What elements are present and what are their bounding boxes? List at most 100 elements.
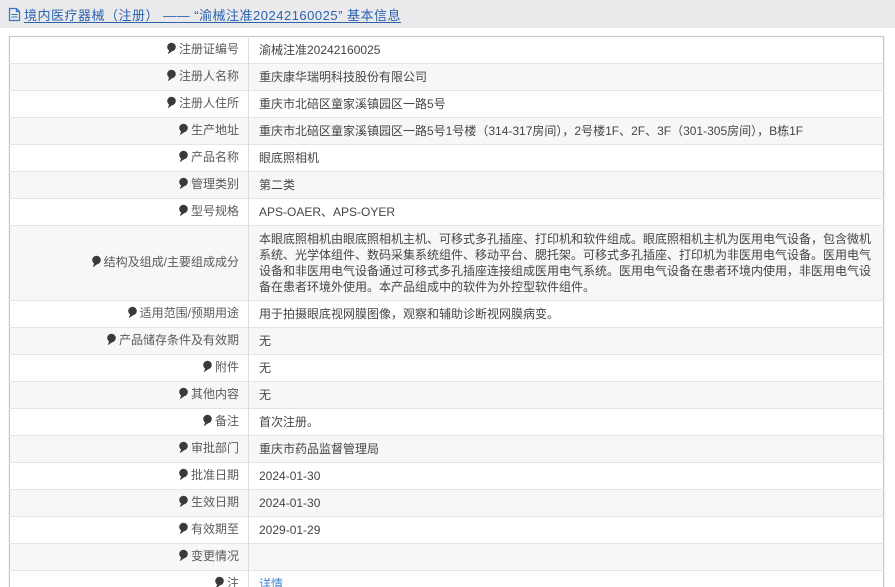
note-icon bbox=[202, 414, 213, 431]
table-row: 生效日期 2024-01-30 bbox=[9, 489, 884, 517]
table-row: 附件 无 bbox=[9, 354, 884, 382]
table-row: 注 详情 bbox=[9, 570, 884, 587]
table-row: 产品名称 眼底照相机 bbox=[9, 144, 884, 172]
row-value: 眼底照相机 bbox=[248, 144, 884, 172]
note-icon bbox=[178, 495, 189, 512]
row-label: 备注 bbox=[9, 408, 249, 436]
row-label-text: 注册人名称 bbox=[178, 69, 239, 83]
row-value-text: 无 bbox=[259, 388, 272, 402]
row-label-text: 附件 bbox=[214, 360, 239, 374]
note-icon bbox=[214, 576, 225, 587]
registration-info-table: 注册证编号 渝械注准20242160025 注册人名称 重庆康华瑞明科技股份有限… bbox=[9, 36, 884, 587]
row-value-text: 用于拍摄眼底视网膜图像，观察和辅助诊断视网膜病变。 bbox=[259, 307, 560, 321]
row-label: 审批部门 bbox=[9, 435, 249, 463]
row-label: 管理类别 bbox=[9, 171, 249, 199]
row-value-text: 重庆市药品监督管理局 bbox=[259, 442, 380, 456]
row-label: 附件 bbox=[9, 354, 249, 382]
row-label-text: 产品名称 bbox=[190, 150, 239, 164]
row-value-text: 重庆康华瑞明科技股份有限公司 bbox=[259, 70, 428, 84]
row-value: 本眼底照相机由眼底照相机主机、可移式多孔插座、打印机和软件组成。眼底照相机主机为… bbox=[248, 225, 884, 301]
row-value-text: 无 bbox=[259, 361, 272, 375]
row-value-text: 渝械注准20242160025 bbox=[259, 43, 381, 57]
row-value bbox=[248, 543, 884, 571]
row-label: 结构及组成/主要组成成分 bbox=[9, 225, 249, 301]
row-label-text: 型号规格 bbox=[190, 204, 239, 218]
table-row: 产品储存条件及有效期 无 bbox=[9, 327, 884, 355]
row-value: 详情 bbox=[248, 570, 884, 587]
row-value-text: 2024-01-30 bbox=[259, 496, 321, 510]
note-icon bbox=[166, 69, 177, 86]
table-row: 备注 首次注册。 bbox=[9, 408, 884, 436]
page-title: 境内医疗器械（注册） —— “渝械注准20242160025” 基本信息 bbox=[24, 7, 402, 23]
row-label-text: 适用范围/预期用途 bbox=[139, 306, 239, 320]
row-value: 无 bbox=[248, 327, 884, 355]
note-icon bbox=[178, 204, 189, 221]
note-icon bbox=[166, 42, 177, 59]
row-value: 首次注册。 bbox=[248, 408, 884, 436]
note-icon bbox=[202, 360, 213, 377]
row-value-text: 无 bbox=[259, 334, 272, 348]
row-value: 无 bbox=[248, 381, 884, 409]
note-icon bbox=[178, 468, 189, 485]
row-value: APS-OAER、APS-OYER bbox=[248, 198, 884, 226]
row-label-text: 注册证编号 bbox=[178, 42, 239, 56]
row-label: 注 bbox=[9, 570, 249, 587]
note-icon bbox=[106, 333, 117, 350]
row-value: 无 bbox=[248, 354, 884, 382]
note-icon bbox=[178, 177, 189, 194]
row-label: 其他内容 bbox=[9, 381, 249, 409]
table-row: 型号规格 APS-OAER、APS-OYER bbox=[9, 198, 884, 226]
main-content: 注册证编号 渝械注准20242160025 注册人名称 重庆康华瑞明科技股份有限… bbox=[0, 28, 895, 587]
table-row: 变更情况 bbox=[9, 543, 884, 571]
note-icon bbox=[178, 387, 189, 404]
table-row: 适用范围/预期用途 用于拍摄眼底视网膜图像，观察和辅助诊断视网膜病变。 bbox=[9, 300, 884, 328]
row-value: 重庆市北碚区童家溪镇园区一路5号1号楼（314-317房间），2号楼1F、2F、… bbox=[248, 117, 884, 145]
row-value-text: 2024-01-30 bbox=[259, 469, 321, 483]
note-icon bbox=[91, 255, 102, 272]
row-value: 2024-01-30 bbox=[248, 462, 884, 490]
row-label: 生产地址 bbox=[9, 117, 249, 145]
table-row: 注册人住所 重庆市北碚区童家溪镇园区一路5号 bbox=[9, 90, 884, 118]
row-label: 产品储存条件及有效期 bbox=[9, 327, 249, 355]
table-row: 审批部门 重庆市药品监督管理局 bbox=[9, 435, 884, 463]
row-label-text: 产品储存条件及有效期 bbox=[118, 333, 239, 347]
table-row: 结构及组成/主要组成成分 本眼底照相机由眼底照相机主机、可移式多孔插座、打印机和… bbox=[9, 225, 884, 301]
row-label: 批准日期 bbox=[9, 462, 249, 490]
row-label: 适用范围/预期用途 bbox=[9, 300, 249, 328]
table-row: 有效期至 2029-01-29 bbox=[9, 516, 884, 544]
row-value-text: 重庆市北碚区童家溪镇园区一路5号 bbox=[259, 97, 446, 111]
row-label-text: 生产地址 bbox=[190, 123, 239, 137]
row-value: 渝械注准20242160025 bbox=[249, 37, 884, 64]
row-value-text: APS-OAER、APS-OYER bbox=[259, 205, 396, 219]
table-row: 其他内容 无 bbox=[9, 381, 884, 409]
table-row: 生产地址 重庆市北碚区童家溪镇园区一路5号1号楼（314-317房间），2号楼1… bbox=[9, 117, 884, 145]
row-label-text: 备注 bbox=[214, 414, 239, 428]
table-row: 管理类别 第二类 bbox=[9, 171, 884, 199]
row-value: 用于拍摄眼底视网膜图像，观察和辅助诊断视网膜病变。 bbox=[248, 300, 884, 328]
row-value-text: 重庆市北碚区童家溪镇园区一路5号1号楼（314-317房间），2号楼1F、2F、… bbox=[259, 124, 804, 138]
row-value-text: 本眼底照相机由眼底照相机主机、可移式多孔插座、打印机和软件组成。眼底照相机主机为… bbox=[259, 232, 872, 294]
table-row: 注册人名称 重庆康华瑞明科技股份有限公司 bbox=[9, 63, 884, 91]
row-label-text: 批准日期 bbox=[190, 468, 239, 482]
row-label-text: 生效日期 bbox=[190, 495, 239, 509]
row-label: 注册人名称 bbox=[9, 63, 249, 91]
detail-link[interactable]: 详情 bbox=[259, 577, 283, 587]
page-header: 境内医疗器械（注册） —— “渝械注准20242160025” 基本信息 bbox=[0, 0, 895, 28]
row-label-text: 注册人住所 bbox=[178, 96, 239, 110]
note-icon bbox=[178, 549, 189, 566]
row-value: 2029-01-29 bbox=[248, 516, 884, 544]
note-icon bbox=[178, 441, 189, 458]
row-label: 变更情况 bbox=[9, 543, 249, 571]
row-value: 第二类 bbox=[248, 171, 884, 199]
row-value: 重庆市药品监督管理局 bbox=[248, 435, 884, 463]
row-label: 型号规格 bbox=[9, 198, 249, 226]
note-icon bbox=[178, 150, 189, 167]
row-label: 注册人住所 bbox=[9, 90, 249, 118]
row-value-text: 首次注册。 bbox=[259, 415, 320, 429]
table-row: 注册证编号 渝械注准20242160025 bbox=[9, 36, 884, 64]
row-label-text: 注 bbox=[226, 576, 239, 587]
row-label-text: 有效期至 bbox=[190, 522, 239, 536]
row-label-text: 其他内容 bbox=[190, 387, 239, 401]
row-label: 注册证编号 bbox=[9, 36, 249, 64]
row-value-text: 2029-01-29 bbox=[259, 523, 321, 537]
